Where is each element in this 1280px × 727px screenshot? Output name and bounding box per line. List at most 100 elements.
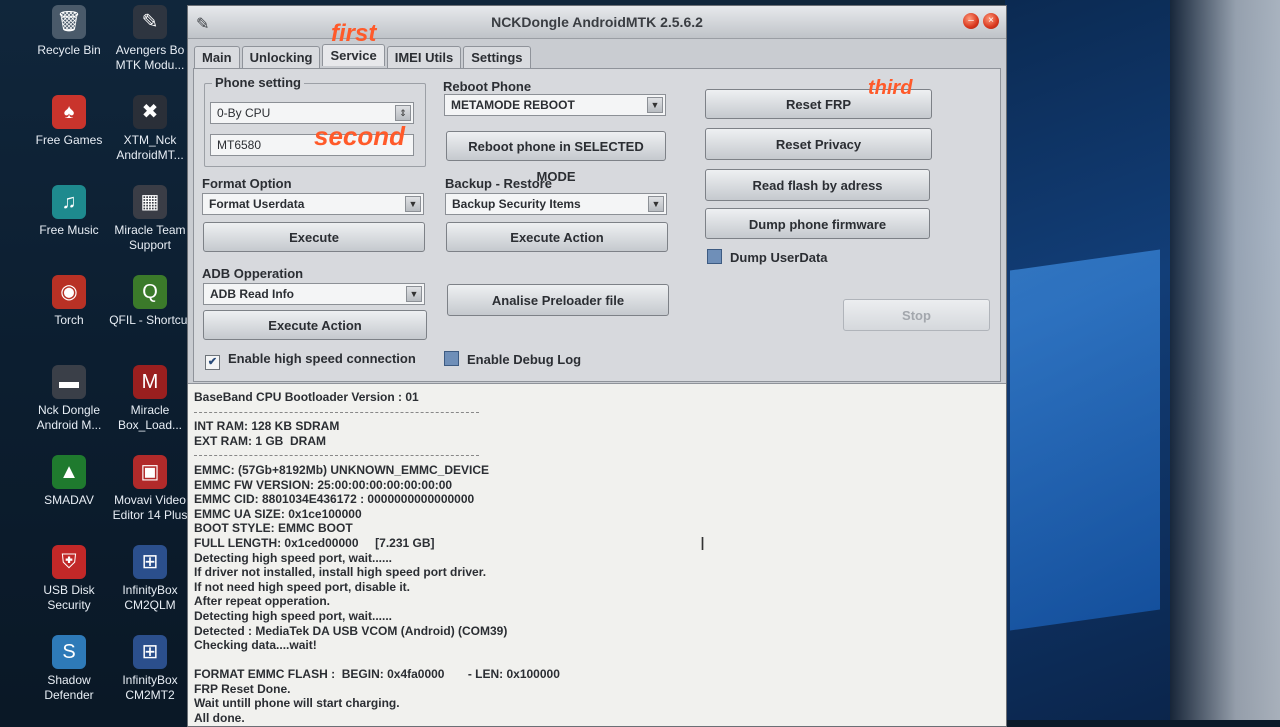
checkbox-unchecked-icon[interactable] (707, 249, 722, 264)
stop-button[interactable]: Stop (843, 299, 990, 331)
chevron-down-icon[interactable]: ▼ (406, 286, 422, 302)
app-icon: ◉ (52, 275, 86, 309)
desktop-icon[interactable]: ✖ XTM_Nck AndroidMT... (105, 95, 195, 163)
desktop-icon[interactable]: ▦ Miracle Team Support (105, 185, 195, 253)
app-icon: M (133, 365, 167, 399)
desktop-icon[interactable]: ▲ SMADAV (24, 455, 114, 508)
reboot-mode-value: METAMODE REBOOT (451, 98, 575, 112)
backup-execute-action-button[interactable]: Execute Action (446, 222, 668, 252)
desktop-icon-label: InfinityBox CM2QLM (122, 583, 178, 612)
log-output[interactable]: BaseBand CPU Bootloader Version : 01 INT … (188, 383, 1006, 726)
log-line: Checking data....wait! (194, 638, 317, 653)
tab-main[interactable]: Main (194, 46, 240, 68)
app-icon: ♠ (52, 95, 86, 129)
dump-phone-firmware-button[interactable]: Dump phone firmware (705, 208, 930, 239)
nckdongle-window: ✎ NCKDongle AndroidMTK 2.5.6.2 – × Main U… (187, 5, 1007, 727)
dump-userdata-checkbox[interactable]: Dump UserData (707, 249, 828, 265)
desktop-icon[interactable]: Q QFIL - Shortcut (105, 275, 195, 328)
adb-operation-value: ADB Read Info (210, 287, 294, 301)
service-panel: Phone setting 0-By CPU ⇕ MT6580 second R… (193, 68, 1001, 382)
desktop-icon[interactable]: ▣ Movavi Video Editor 14 Plus (105, 455, 195, 523)
log-line: BaseBand CPU Bootloader Version : 01 (194, 390, 419, 404)
tab-settings[interactable]: Settings (463, 46, 531, 68)
log-line: All done. (194, 711, 245, 726)
app-icon: S (52, 635, 86, 669)
desktop-icon[interactable]: S Shadow Defender (24, 635, 114, 703)
app-icon: ✖ (133, 95, 167, 129)
log-line: Detected : MediaTek DA USB VCOM (Android… (194, 623, 508, 638)
tab-bar: Main Unlocking Service IMEI Utils Settings (194, 44, 533, 68)
backup-restore-label: Backup - Restore (445, 176, 552, 191)
window-title: NCKDongle AndroidMTK 2.5.6.2 (491, 14, 703, 30)
text-cursor-icon: I (700, 534, 706, 554)
log-line: BOOT STYLE: EMMC BOOT (194, 521, 353, 536)
dump-userdata-label: Dump UserData (730, 250, 828, 265)
format-option-select[interactable]: Format Userdata ▼ (202, 193, 424, 215)
log-line: Detecting high speed port, wait...... (194, 608, 393, 623)
read-flash-by-address-button[interactable]: Read flash by adress (705, 169, 930, 201)
app-icon: ⛨ (52, 545, 86, 579)
desktop-icon-label: Torch (54, 313, 84, 327)
format-option-value: Format Userdata (209, 197, 305, 211)
desktop-icon[interactable]: ▬ Nck Dongle Android M... (24, 365, 114, 433)
debug-log-checkbox[interactable]: Enable Debug Log (444, 351, 581, 367)
reboot-selected-mode-button[interactable]: Reboot phone in SELECTED MODE (446, 131, 666, 184)
chevron-down-icon[interactable]: ▼ (405, 196, 421, 212)
desktop-icon-label: Miracle Team Support (114, 223, 186, 252)
annotation-first: first (331, 20, 377, 47)
chevron-down-icon[interactable]: ▼ (648, 196, 664, 212)
desktop-icon-label: QFIL - Shortcut (109, 313, 191, 327)
analise-preloader-button[interactable]: Analise Preloader file (447, 284, 669, 316)
debug-log-label: Enable Debug Log (467, 352, 582, 367)
desktop-icon-label: Free Music (39, 223, 99, 237)
desktop-icon[interactable]: M Miracle Box_Load... (105, 365, 195, 433)
format-execute-button[interactable]: Execute (203, 222, 425, 252)
desktop-icon[interactable]: ◉ Torch (24, 275, 114, 328)
adb-execute-action-button[interactable]: Execute Action (203, 310, 427, 340)
minimize-icon[interactable]: – (963, 13, 979, 29)
desktop-icon[interactable]: ⊞ InfinityBox CM2QLM (105, 545, 195, 613)
desktop-icon[interactable]: ⊞ InfinityBox CM2MT2 (105, 635, 195, 703)
reset-privacy-button[interactable]: Reset Privacy (705, 128, 932, 160)
desktop-icon[interactable]: ♫ Free Music (24, 185, 114, 238)
log-line: Wait untill phone will start charging. (194, 696, 400, 711)
app-icon: ⊞ (133, 545, 167, 579)
close-icon[interactable]: × (983, 13, 999, 29)
log-separator (194, 448, 1000, 463)
desktop-icon-label: Miracle Box_Load... (117, 403, 183, 432)
app-icon: ▬ (52, 365, 86, 399)
reboot-mode-select[interactable]: METAMODE REBOOT ▼ (444, 94, 666, 116)
log-line: INT RAM: 128 KB SDRAM (194, 419, 340, 434)
adb-operation-select[interactable]: ADB Read Info ▼ (203, 283, 425, 305)
high-speed-connection-label: Enable high speed connection (228, 351, 416, 366)
desktop-icon[interactable]: ✎ Avengers Bo MTK Modu... (105, 5, 195, 73)
desktop-icon[interactable]: ⛨ USB Disk Security (24, 545, 114, 613)
checkmark-icon[interactable]: ✔ (205, 355, 220, 370)
log-line: After repeat opperation. (194, 594, 331, 609)
desktop-icon-label: InfinityBox CM2MT2 (122, 673, 178, 702)
backup-restore-select[interactable]: Backup Security Items ▼ (445, 193, 667, 215)
tab-unlocking[interactable]: Unlocking (241, 46, 321, 68)
format-option-label: Format Option (202, 176, 292, 191)
desktop-icon-label: SMADAV (44, 493, 94, 507)
desktop-icon-label: Movavi Video Editor 14 Plus (112, 493, 188, 522)
desktop-icon[interactable]: ♠ Free Games (24, 95, 114, 148)
checkbox-unchecked-icon[interactable] (444, 351, 459, 366)
chevron-down-icon[interactable]: ▼ (647, 97, 663, 113)
spinner-icon[interactable]: ⇕ (395, 105, 411, 121)
reboot-phone-label: Reboot Phone (443, 79, 532, 94)
high-speed-connection-checkbox[interactable]: ✔ Enable high speed connection (205, 351, 416, 370)
desktop-icon[interactable]: 🗑 Recycle Bin (24, 5, 114, 58)
tab-imei-utils[interactable]: IMEI Utils (386, 46, 462, 68)
adb-operation-label: ADB Opperation (202, 266, 304, 281)
desktop-icon-label: Avengers Bo MTK Modu... (115, 43, 185, 72)
log-line: EMMC: (57Gb+8192Mb) UNKNOWN_EMMC_DEVICE (194, 462, 490, 477)
desktop-icon-label: Nck Dongle Android M... (36, 403, 102, 432)
annotation-second: second (314, 121, 406, 151)
desktop-icon-label: Recycle Bin (37, 43, 101, 57)
window-titlebar[interactable]: ✎ NCKDongle AndroidMTK 2.5.6.2 – × (188, 6, 1006, 39)
log-line: EMMC CID: 8801034E436172 : 0000000000000… (194, 492, 475, 507)
log-line: Detecting high speed port, wait...... (194, 550, 393, 565)
app-icon: ▲ (52, 455, 86, 489)
